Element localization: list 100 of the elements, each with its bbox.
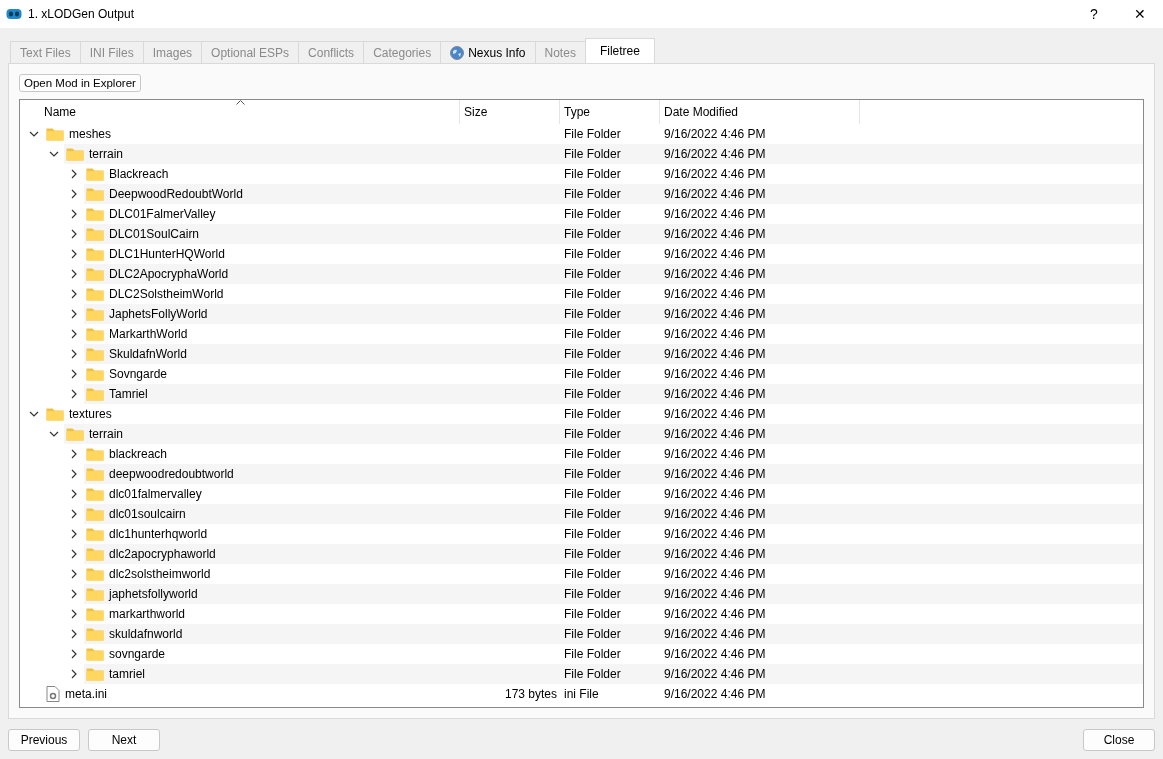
tree-item-name[interactable]: terrain [89,147,123,161]
type-cell: File Folder [564,187,621,201]
help-button[interactable]: ? [1071,0,1117,28]
column-header[interactable]: Name [20,100,460,124]
nav-button[interactable]: Next [88,729,160,751]
close-button[interactable]: ✕ [1117,0,1163,28]
type-cell: File Folder [564,387,621,401]
date-cell: 9/16/2022 4:46 PM [664,187,766,201]
type-cell: File Folder [564,367,621,381]
column-header[interactable]: Date Modified [660,100,860,124]
tree-item-name[interactable]: dlc01falmervalley [109,487,202,501]
date-cell: 9/16/2022 4:46 PM [664,487,766,501]
folder-icon [86,467,104,481]
type-cell: File Folder [564,227,621,241]
type-cell: File Folder [564,267,621,281]
folder-icon [86,507,104,521]
type-cell: File Folder [564,207,621,221]
folder-icon [86,607,104,621]
folder-icon [86,387,104,401]
folder-icon [86,667,104,681]
type-cell: File Folder [564,487,621,501]
date-cell: 9/16/2022 4:46 PM [664,607,766,621]
tree-item-name[interactable]: dlc2apocryphaworld [109,547,216,561]
tree-item-name[interactable]: dlc1hunterhqworld [109,527,208,541]
size-cell: 173 bytes [504,687,557,701]
tree-item-name[interactable]: Blackreach [109,167,169,181]
window-title: 1. xLODGen Output [28,7,136,21]
type-cell: File Folder [564,347,621,361]
folder-icon [86,207,104,221]
date-cell: 9/16/2022 4:46 PM [664,647,766,661]
globe-icon [450,45,465,60]
tree-item-name[interactable]: MarkarthWorld [109,327,188,341]
tree-item-name[interactable]: markarthworld [109,607,186,621]
tree-item-name[interactable]: DLC2SolstheimWorld [109,287,224,301]
type-cell: ini File [564,687,599,701]
date-cell: 9/16/2022 4:46 PM [664,147,766,161]
date-cell: 9/16/2022 4:46 PM [664,547,766,561]
folder-icon [66,427,84,441]
type-cell: File Folder [564,407,621,421]
open-mod-button[interactable]: Open Mod in Explorer [19,74,141,92]
date-cell: 9/16/2022 4:46 PM [664,467,766,481]
tab[interactable]: Nexus Info [440,41,536,63]
type-cell: File Folder [564,467,621,481]
date-cell: 9/16/2022 4:46 PM [664,307,766,321]
type-cell: File Folder [564,327,621,341]
tree-item-name[interactable]: DLC1HunterHQWorld [109,247,225,261]
tree-item-name[interactable]: DLC01FalmerValley [109,207,216,221]
folder-icon [86,447,104,461]
tree-item-name[interactable]: dlc01soulcairn [109,507,186,521]
date-cell: 9/16/2022 4:46 PM [664,447,766,461]
folder-icon [46,407,64,421]
folder-icon [86,347,104,361]
type-cell: File Folder [564,627,621,641]
tree-item-name[interactable]: skuldafnworld [109,627,183,641]
tree-item-name[interactable]: terrain [89,427,123,441]
tree-item-name[interactable]: textures [69,407,112,421]
type-cell: File Folder [564,307,621,321]
type-cell: File Folder [564,427,621,441]
tree-item-name[interactable]: japhetsfollyworld [109,587,198,601]
tree-item-name[interactable]: sovngarde [109,647,166,661]
type-cell: File Folder [564,127,621,141]
date-cell: 9/16/2022 4:46 PM [664,327,766,341]
settings-file-icon [46,686,60,702]
tree-item-name[interactable]: tamriel [109,667,145,681]
date-cell: 9/16/2022 4:46 PM [664,247,766,261]
sort-icon [236,100,245,105]
tree-item-name[interactable]: JaphetsFollyWorld [109,307,208,321]
folder-icon [86,527,104,541]
type-cell: File Folder [564,667,621,681]
type-cell: File Folder [564,507,621,521]
date-cell: 9/16/2022 4:46 PM [664,527,766,541]
tree-item-name[interactable]: Tamriel [109,387,148,401]
column-header[interactable]: Size [460,100,560,124]
tree-item-name[interactable]: dlc2solstheimworld [109,567,211,581]
date-cell: 9/16/2022 4:46 PM [664,267,766,281]
tree-item-name[interactable]: meshes [69,127,112,141]
tree-item-name[interactable]: SkuldafnWorld [109,347,187,361]
tree-item-name[interactable]: blackreach [109,447,168,461]
tree-item-name[interactable]: DLC01SoulCairn [109,227,200,241]
date-cell: 9/16/2022 4:46 PM [664,227,766,241]
folder-icon [86,587,104,601]
column-header[interactable]: Type [560,100,660,124]
close-dialog-button[interactable]: Close [1083,729,1155,751]
folder-icon [86,167,104,181]
date-cell: 9/16/2022 4:46 PM [664,287,766,301]
folder-icon [86,327,104,341]
folder-icon [86,267,104,281]
type-cell: File Folder [564,247,621,261]
tab[interactable]: Filetree [584,38,655,63]
folder-icon [86,227,104,241]
folder-icon [86,487,104,501]
tree-item-name[interactable]: Sovngarde [109,367,168,381]
date-cell: 9/16/2022 4:46 PM [664,687,766,701]
date-cell: 9/16/2022 4:46 PM [664,167,766,181]
nav-button[interactable]: Previous [8,729,80,751]
type-cell: File Folder [564,167,621,181]
date-cell: 9/16/2022 4:46 PM [664,587,766,601]
folder-icon [66,147,84,161]
tree-item-name[interactable]: meta.ini [65,687,108,701]
type-cell: File Folder [564,287,621,301]
